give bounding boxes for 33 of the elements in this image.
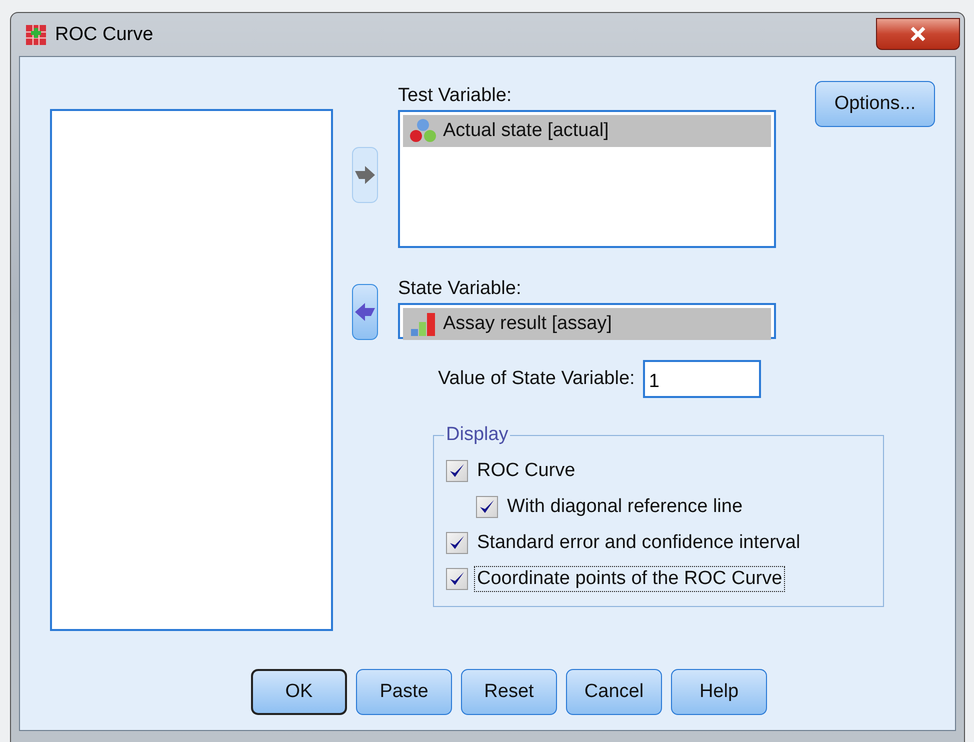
checkbox-label: ROC Curve: [476, 459, 576, 483]
variable-list[interactable]: Assay result [assay]: [398, 303, 776, 339]
checkbox-label: With diagonal reference line: [506, 495, 744, 519]
variable-item[interactable]: Actual state [actual]: [403, 115, 771, 147]
dialog-button[interactable]: Help: [671, 668, 767, 714]
dialog-button[interactable]: OK: [251, 668, 347, 714]
move-button[interactable]: [352, 284, 378, 340]
dialog-button[interactable]: Reset: [461, 668, 557, 714]
checkbox[interactable]: [446, 460, 468, 482]
checkbox-label: Standard error and confidence interval: [476, 531, 802, 555]
close-icon: [910, 27, 926, 41]
source-variable-list[interactable]: [50, 109, 333, 631]
dialog-button[interactable]: Paste: [356, 668, 452, 714]
close-button[interactable]: [876, 18, 960, 50]
checkbox-label: Coordinate points of the ROC Curve: [474, 566, 786, 592]
options-button[interactable]: Options...: [815, 81, 935, 127]
right-arrow-icon: [353, 165, 377, 185]
value-input[interactable]: 1: [642, 360, 761, 398]
window-title: ROC Curve: [55, 24, 154, 46]
variable-item[interactable]: Assay result [assay]: [403, 308, 771, 340]
dialog-button[interactable]: Cancel: [566, 668, 662, 714]
nominal-variable-icon: [409, 118, 437, 144]
checkbox[interactable]: [446, 532, 468, 554]
app-icon: [25, 24, 47, 46]
bar-chart-icon: [409, 311, 437, 337]
field-label: Value of State Variable:: [438, 368, 635, 390]
checkbox[interactable]: [446, 568, 468, 590]
variable-list[interactable]: Actual state [actual]: [398, 110, 776, 248]
field-label: Test Variable:: [398, 85, 513, 107]
field-label: State Variable:: [398, 278, 522, 300]
checkbox[interactable]: [476, 496, 498, 518]
group-title: Display: [445, 424, 510, 446]
left-arrow-icon: [353, 302, 377, 322]
